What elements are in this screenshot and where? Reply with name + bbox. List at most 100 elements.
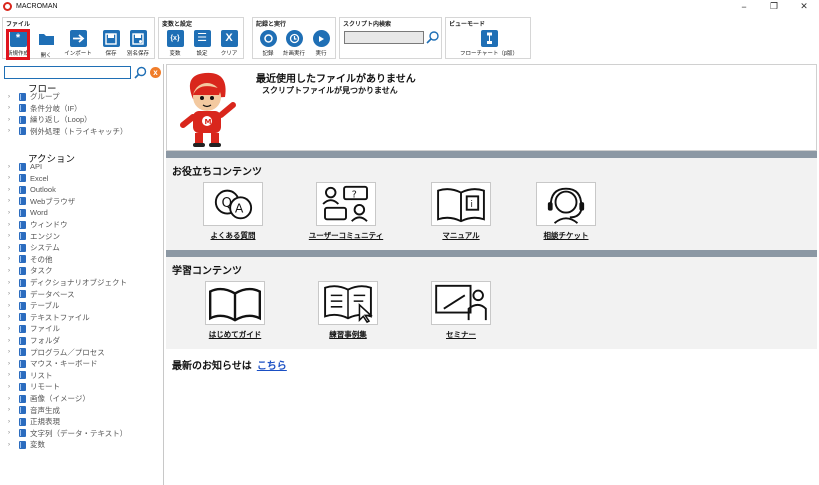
chevron-right-icon[interactable]: › [8,210,15,216]
run-button[interactable]: 実行 [308,30,334,58]
chevron-right-icon[interactable]: › [8,105,15,111]
tree-item-action[interactable]: › エンジン [8,231,60,242]
tree-item-action[interactable]: › ウィンドウ [8,219,68,230]
open-button[interactable]: 開く [33,30,59,59]
community-label[interactable]: ユーザーコミュニティ [309,230,383,241]
chevron-right-icon[interactable]: › [8,198,15,204]
tree-item-action[interactable]: › フォルダ [8,335,60,346]
flowchart-view-button[interactable]: フローチャート（β版） [452,30,526,58]
chevron-right-icon[interactable]: › [8,164,15,170]
book-icon [19,197,26,206]
recent-files-title: 最近使用したファイルがありません [256,74,416,85]
chevron-right-icon[interactable]: › [8,187,15,193]
chevron-right-icon[interactable]: › [8,349,15,355]
chevron-right-icon[interactable]: › [8,233,15,239]
tree-item-action[interactable]: › プログラム／プロセス [8,347,105,358]
save-button[interactable]: 保存 [98,30,124,58]
support-ticket-tile[interactable]: 相談チケット [521,182,611,241]
search-icon[interactable] [426,30,440,44]
beginner-guide-label[interactable]: はじめてガイド [209,329,262,340]
chevron-right-icon[interactable]: › [8,372,15,378]
tree-search-input[interactable] [4,66,131,79]
schedule-run-button[interactable]: 計画実行 [281,30,307,58]
tree-item-action[interactable]: › タスク [8,265,53,276]
tree-item-action[interactable]: › ファイル [8,323,60,334]
seminar-label[interactable]: セミナー [446,329,476,340]
tree-item-action[interactable]: › Excel [8,173,48,184]
tree-item-label: システム [30,243,60,253]
practice-examples-label[interactable]: 練習事例集 [329,329,367,340]
tree-item-action[interactable]: › その他 [8,254,53,265]
variables-button[interactable]: {x} 変数 [162,30,188,58]
tree-item-action[interactable]: › 正規表現 [8,416,60,427]
tree-item-action[interactable]: › システム [8,242,60,253]
settings-button[interactable]: ☰ 設定 [189,30,215,58]
tree-item-action[interactable]: › 変数 [8,439,45,450]
chevron-right-icon[interactable]: › [8,117,15,123]
chevron-right-icon[interactable]: › [8,338,15,344]
tree-item-action[interactable]: › Word [8,207,48,218]
community-tile[interactable]: ? ユーザーコミュニティ [301,182,391,241]
tree-item-action[interactable]: › API [8,161,42,172]
tree-item-action[interactable]: › ディクショナリオブジェクト [8,277,127,288]
import-button[interactable]: インポート [64,30,92,58]
chevron-right-icon[interactable]: › [8,280,15,286]
chevron-right-icon[interactable]: › [8,384,15,390]
tree-item-action[interactable]: › データベース [8,289,75,300]
chevron-right-icon[interactable]: › [8,407,15,413]
tree-item-action[interactable]: › リモート [8,381,60,392]
script-search-input[interactable] [344,31,424,44]
chevron-right-icon[interactable]: › [8,291,15,297]
tree-item-flow[interactable]: › 例外処理（トライキャッチ） [8,126,128,137]
chevron-right-icon[interactable]: › [8,442,15,448]
tree-item-action[interactable]: › 音声生成 [8,405,60,416]
news-link[interactable]: こちら [257,357,287,372]
tree-item-action[interactable]: › 画像（イメージ） [8,393,90,404]
tree-search-icon[interactable] [134,66,147,79]
tree-item-action[interactable]: › テキストファイル [8,312,90,323]
tree-item-label: 音声生成 [30,405,60,415]
chevron-right-icon[interactable]: › [8,430,15,436]
manual-label[interactable]: マニュアル [442,230,479,241]
save-as-button[interactable]: 別名保存 [125,30,151,58]
manual-tile[interactable]: i マニュアル [416,182,506,241]
tree-item-label: マウス・キーボード [30,359,98,369]
tree-item-action[interactable]: › Outlook [8,184,56,195]
chevron-right-icon[interactable]: › [8,175,15,181]
tree-item-flow[interactable]: › 繰り返し（Loop） [8,114,92,125]
tree-item-action[interactable]: › 文字列（データ・テキスト） [8,428,127,439]
chevron-right-icon[interactable]: › [8,245,15,251]
tree-item-label: 文字列（データ・テキスト） [30,428,128,438]
clear-button[interactable]: X クリア [216,30,242,58]
tree-item-flow[interactable]: › 条件分岐（IF） [8,103,82,114]
practice-examples-tile[interactable]: 練習事例集 [303,281,393,340]
faq-label[interactable]: よくある質問 [211,230,256,241]
tree-item-action[interactable]: › リスト [8,370,53,381]
faq-tile[interactable]: Q A よくある質問 [188,182,278,241]
support-ticket-label[interactable]: 相談チケット [544,230,589,241]
chevron-right-icon[interactable]: › [8,303,15,309]
chevron-right-icon[interactable]: › [8,326,15,332]
seminar-tile[interactable]: セミナー [416,281,506,340]
chevron-right-icon[interactable]: › [8,314,15,320]
record-button[interactable]: 記録 [255,30,281,58]
chevron-right-icon[interactable]: › [8,419,15,425]
chevron-right-icon[interactable]: › [8,396,15,402]
beginner-guide-tile[interactable]: はじめてガイド [190,281,280,340]
tree-item-action[interactable]: › マウス・キーボード [8,358,98,369]
tree-item-action[interactable]: › Webブラウザ [8,196,75,207]
tree-clear-icon[interactable]: x [150,67,161,78]
tree-item-action[interactable]: › テーブル [8,300,60,311]
chevron-right-icon[interactable]: › [8,361,15,367]
minimize-button[interactable]: − [729,0,759,13]
maximize-button[interactable]: ❐ [759,0,789,13]
chevron-right-icon[interactable]: › [8,128,15,134]
chevron-right-icon[interactable]: › [8,222,15,228]
chevron-right-icon[interactable]: › [8,268,15,274]
settings-icon: ☰ [193,30,211,47]
chevron-right-icon[interactable]: › [8,256,15,262]
book-icon [19,208,26,217]
tree-item-flow[interactable]: › グループ [8,91,60,102]
chevron-right-icon[interactable]: › [8,94,15,100]
close-button[interactable]: ✕ [789,0,819,13]
